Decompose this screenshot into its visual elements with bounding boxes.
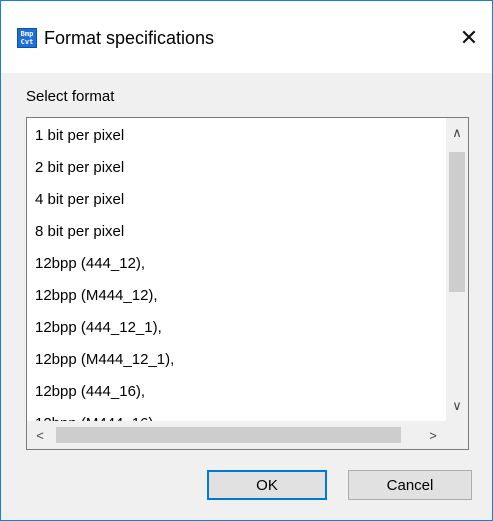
list-item[interactable]: 8 bit per pixel <box>35 216 174 248</box>
horizontal-scrollbar[interactable]: < > <box>27 421 446 449</box>
list-item[interactable]: 12bpp (444_16), <box>35 376 174 408</box>
app-icon-text-top: Bmp <box>20 30 34 38</box>
list-item[interactable]: 12bpp (M444_12_1), <box>35 344 174 376</box>
horizontal-scroll-thumb[interactable] <box>56 427 401 443</box>
scroll-down-icon[interactable]: ∨ <box>446 395 468 417</box>
scrollbar-corner <box>446 421 468 449</box>
title-bar[interactable]: Bmp Cvt Format specifications ✕ <box>1 1 492 73</box>
list-item[interactable]: 4 bit per pixel <box>35 184 174 216</box>
list-item[interactable]: 2 bit per pixel <box>35 152 174 184</box>
scroll-up-icon[interactable]: ∧ <box>446 122 468 144</box>
select-format-label: Select format <box>26 88 115 105</box>
close-icon[interactable]: ✕ <box>454 23 484 53</box>
app-icon-text-bottom: Cvt <box>20 38 34 46</box>
scroll-right-icon[interactable]: > <box>422 424 444 446</box>
cancel-button[interactable]: Cancel <box>348 470 472 500</box>
list-item[interactable]: 1 bit per pixel <box>35 120 174 152</box>
vertical-scroll-thumb[interactable] <box>449 152 465 292</box>
app-icon: Bmp Cvt <box>17 28 37 48</box>
window-title: Format specifications <box>44 28 215 48</box>
list-item[interactable]: 12bpp (444_12), <box>35 248 174 280</box>
ok-button[interactable]: OK <box>207 470 327 500</box>
list-item[interactable]: 12bpp (444_12_1), <box>35 312 174 344</box>
list-item[interactable]: 12bpp (M444_12), <box>35 280 174 312</box>
format-specifications-dialog: Bmp Cvt Format specifications ✕ Select f… <box>0 0 493 521</box>
scroll-left-icon[interactable]: < <box>29 424 51 446</box>
vertical-scrollbar[interactable]: ∧ ∨ <box>446 118 468 421</box>
format-listbox[interactable]: 1 bit per pixel 2 bit per pixel 4 bit pe… <box>26 117 469 450</box>
format-list: 1 bit per pixel 2 bit per pixel 4 bit pe… <box>35 120 174 440</box>
